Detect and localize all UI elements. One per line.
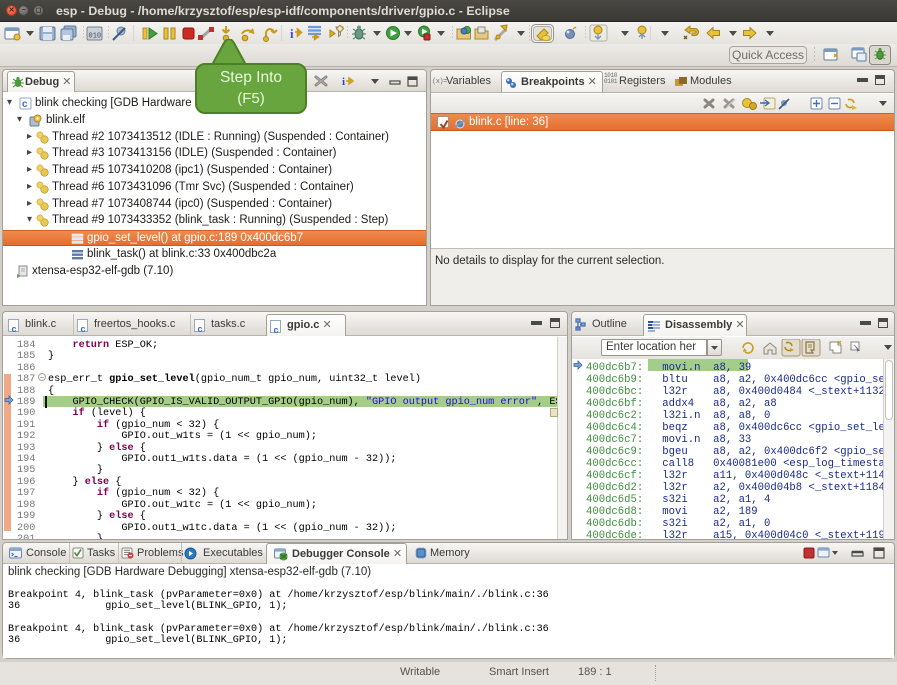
svg-text:i: i: [342, 76, 345, 88]
svg-text:010: 010: [89, 33, 102, 41]
svg-text:i: i: [290, 26, 294, 41]
svg-text:c: c: [22, 99, 28, 110]
